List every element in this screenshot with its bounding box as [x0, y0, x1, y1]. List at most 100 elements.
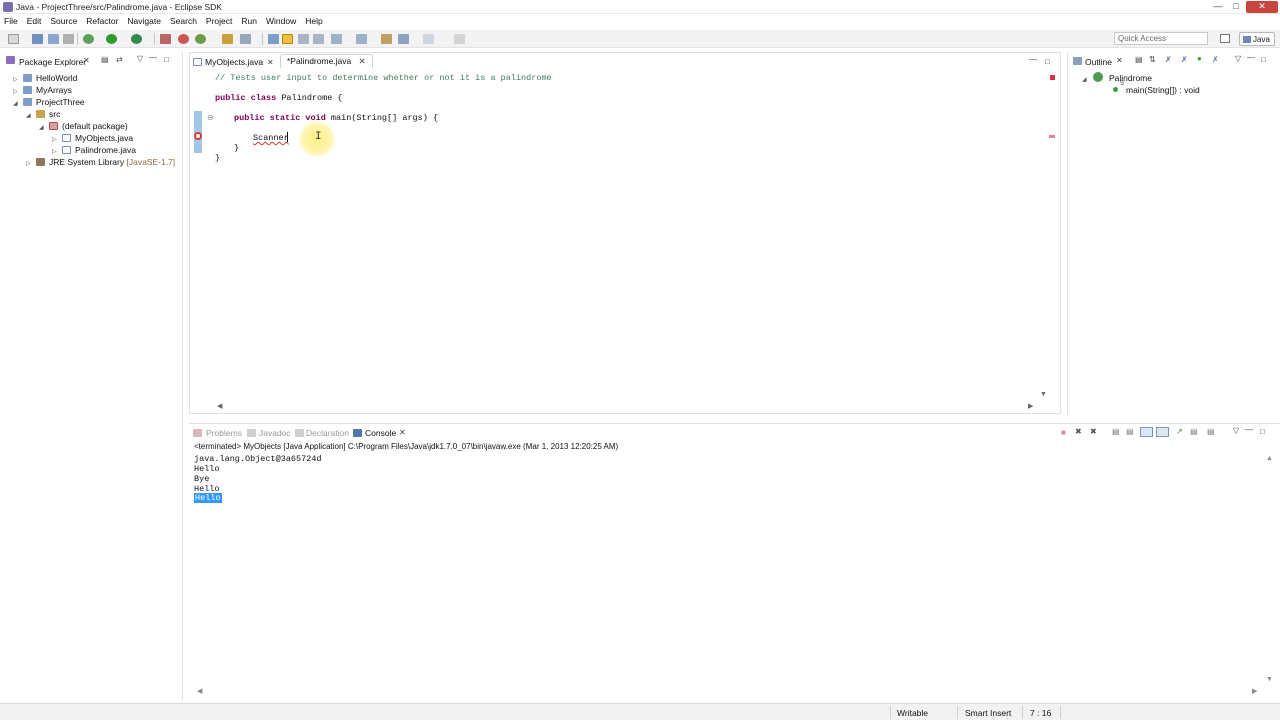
- skip-breakpoints-icon[interactable]: [160, 34, 171, 44]
- minimize-view-icon[interactable]: —: [1245, 425, 1253, 434]
- outline-tab[interactable]: Outline: [1085, 57, 1112, 67]
- show-whitespace-icon[interactable]: [313, 34, 324, 44]
- show-on-stdout-icon[interactable]: [1140, 427, 1153, 437]
- hide-nonpublic-icon[interactable]: ●: [1197, 54, 1202, 63]
- menu-help[interactable]: Help: [301, 14, 327, 26]
- collapse-icon[interactable]: ◢: [13, 100, 18, 107]
- open-console-icon[interactable]: ▤: [1207, 427, 1215, 436]
- toggle-mark-occurrences-icon[interactable]: [268, 34, 279, 44]
- open-perspective-icon[interactable]: [1220, 34, 1230, 43]
- expand-icon[interactable]: ▷: [26, 160, 31, 167]
- clear-console-icon[interactable]: ▤: [1112, 427, 1120, 436]
- collapse-all-icon[interactable]: ▤: [1135, 55, 1143, 64]
- java-perspective-button[interactable]: Java: [1239, 32, 1275, 46]
- maximize-view-icon[interactable]: □: [1260, 427, 1265, 436]
- view-menu-icon[interactable]: ▽: [137, 54, 143, 63]
- expand-icon[interactable]: ▷: [52, 136, 57, 143]
- new-icon[interactable]: [8, 34, 19, 44]
- debug-icon[interactable]: [83, 34, 94, 44]
- minimize-view-icon[interactable]: —: [1247, 53, 1255, 62]
- hide-local-types-icon[interactable]: ✗: [1212, 55, 1219, 64]
- scroll-left-icon[interactable]: ◀: [197, 687, 202, 695]
- scroll-right-icon[interactable]: ▶: [1028, 402, 1033, 410]
- new-package-icon[interactable]: [195, 34, 206, 44]
- maximize-view-icon[interactable]: □: [164, 55, 169, 64]
- code-class-close[interactable]: }: [215, 153, 220, 163]
- close-tab-icon[interactable]: ✕: [359, 56, 366, 66]
- save-all-icon[interactable]: [48, 34, 59, 44]
- menu-project[interactable]: Project: [202, 14, 237, 26]
- menu-file[interactable]: File: [0, 14, 23, 26]
- fold-icon[interactable]: ⊖: [207, 113, 214, 122]
- block-selection-icon[interactable]: [298, 34, 309, 44]
- run-icon[interactable]: [106, 34, 117, 44]
- menu-source[interactable]: Source: [46, 14, 82, 26]
- quick-access-input[interactable]: Quick Access: [1114, 32, 1208, 45]
- tab-problems[interactable]: Problems: [206, 428, 242, 438]
- outline-item-main[interactable]: main(String[]) : void: [1126, 85, 1200, 95]
- menu-edit[interactable]: Edit: [23, 14, 47, 26]
- code-method-close[interactable]: }: [234, 143, 239, 153]
- code-comment[interactable]: // Tests user input to determine whether…: [215, 73, 552, 83]
- external-tools-icon[interactable]: [131, 34, 142, 44]
- view-menu-icon[interactable]: ▽: [1235, 54, 1241, 63]
- expand-icon[interactable]: ▷: [52, 148, 57, 155]
- outline-item-palindrome[interactable]: Palindrome: [1109, 73, 1152, 83]
- open-type-icon[interactable]: [222, 34, 233, 44]
- tree-item-src[interactable]: src: [49, 109, 60, 119]
- maximize-view-icon[interactable]: □: [1261, 55, 1266, 64]
- new-java-project-icon[interactable]: [178, 34, 189, 44]
- print-icon[interactable]: [63, 34, 74, 44]
- error-annotation-marker[interactable]: [1049, 135, 1055, 138]
- link-with-editor-icon[interactable]: ⇄: [116, 55, 123, 64]
- tree-item-projectthree[interactable]: ProjectThree: [36, 97, 85, 107]
- hide-static-icon[interactable]: ✗: [1181, 55, 1188, 64]
- tab-palindrome[interactable]: *Palindrome.java ✕: [280, 54, 373, 68]
- sort-icon[interactable]: ⇅: [1149, 55, 1156, 64]
- terminate-icon[interactable]: ■: [1061, 428, 1066, 437]
- view-menu-icon[interactable]: ▽: [1233, 426, 1239, 435]
- console-line[interactable]: Hello: [194, 464, 220, 474]
- expand-icon[interactable]: ▷: [13, 88, 18, 95]
- scroll-down-icon[interactable]: ▼: [1266, 676, 1273, 683]
- back-icon[interactable]: [398, 34, 409, 44]
- code-class-declaration[interactable]: public class Palindrome {: [215, 93, 343, 103]
- tab-console[interactable]: Console: [365, 428, 396, 438]
- error-icon[interactable]: [194, 132, 202, 140]
- code-scanner-token[interactable]: Scanner: [253, 133, 289, 143]
- tree-item-default-package[interactable]: (default package): [62, 121, 128, 131]
- remove-all-terminated-icon[interactable]: ✖: [1090, 427, 1097, 436]
- expand-icon[interactable]: ▷: [13, 76, 18, 83]
- save-icon[interactable]: [32, 34, 43, 44]
- tree-item-jre-library[interactable]: JRE System Library [JavaSE-1.7]: [49, 157, 175, 167]
- scroll-lock-icon[interactable]: ▤: [1126, 427, 1134, 436]
- console-line[interactable]: Bye: [194, 474, 209, 484]
- forward-icon[interactable]: [423, 34, 434, 44]
- console-line[interactable]: java.lang.Object@3a65724d: [194, 454, 322, 464]
- collapse-icon[interactable]: ◢: [26, 112, 31, 119]
- maximize-window-button[interactable]: □: [1227, 1, 1245, 13]
- scroll-down-icon[interactable]: ▼: [1040, 391, 1047, 398]
- minimize-view-icon[interactable]: —: [149, 53, 157, 62]
- show-on-stderr-icon[interactable]: [1156, 427, 1169, 437]
- close-window-button[interactable]: ✕: [1246, 1, 1278, 13]
- menu-run[interactable]: Run: [237, 14, 262, 26]
- minimize-view-icon[interactable]: —: [1029, 55, 1037, 64]
- display-console-icon[interactable]: ▤: [1190, 427, 1198, 436]
- collapse-all-icon[interactable]: ▤: [101, 55, 109, 64]
- code-main-method[interactable]: public static void main(String[] args) {: [234, 113, 438, 123]
- close-tab-icon[interactable]: ✕: [399, 428, 406, 437]
- previous-annotation-icon[interactable]: [356, 34, 367, 44]
- tab-myobjects[interactable]: MyObjects.java: [205, 57, 263, 69]
- menu-window[interactable]: Window: [262, 14, 301, 26]
- tree-item-myarrays[interactable]: MyArrays: [36, 85, 72, 95]
- tab-javadoc[interactable]: Javadoc: [259, 428, 291, 438]
- scroll-right-icon[interactable]: ▶: [1252, 687, 1257, 695]
- tab-declaration[interactable]: Declaration: [306, 428, 349, 438]
- collapse-icon[interactable]: ◢: [39, 124, 44, 131]
- maximize-view-icon[interactable]: □: [1045, 57, 1050, 66]
- scroll-up-icon[interactable]: ▲: [1266, 455, 1273, 462]
- menu-navigate[interactable]: Navigate: [123, 14, 166, 26]
- hide-fields-icon[interactable]: ✗: [1165, 55, 1172, 64]
- next-annotation-icon[interactable]: [331, 34, 342, 44]
